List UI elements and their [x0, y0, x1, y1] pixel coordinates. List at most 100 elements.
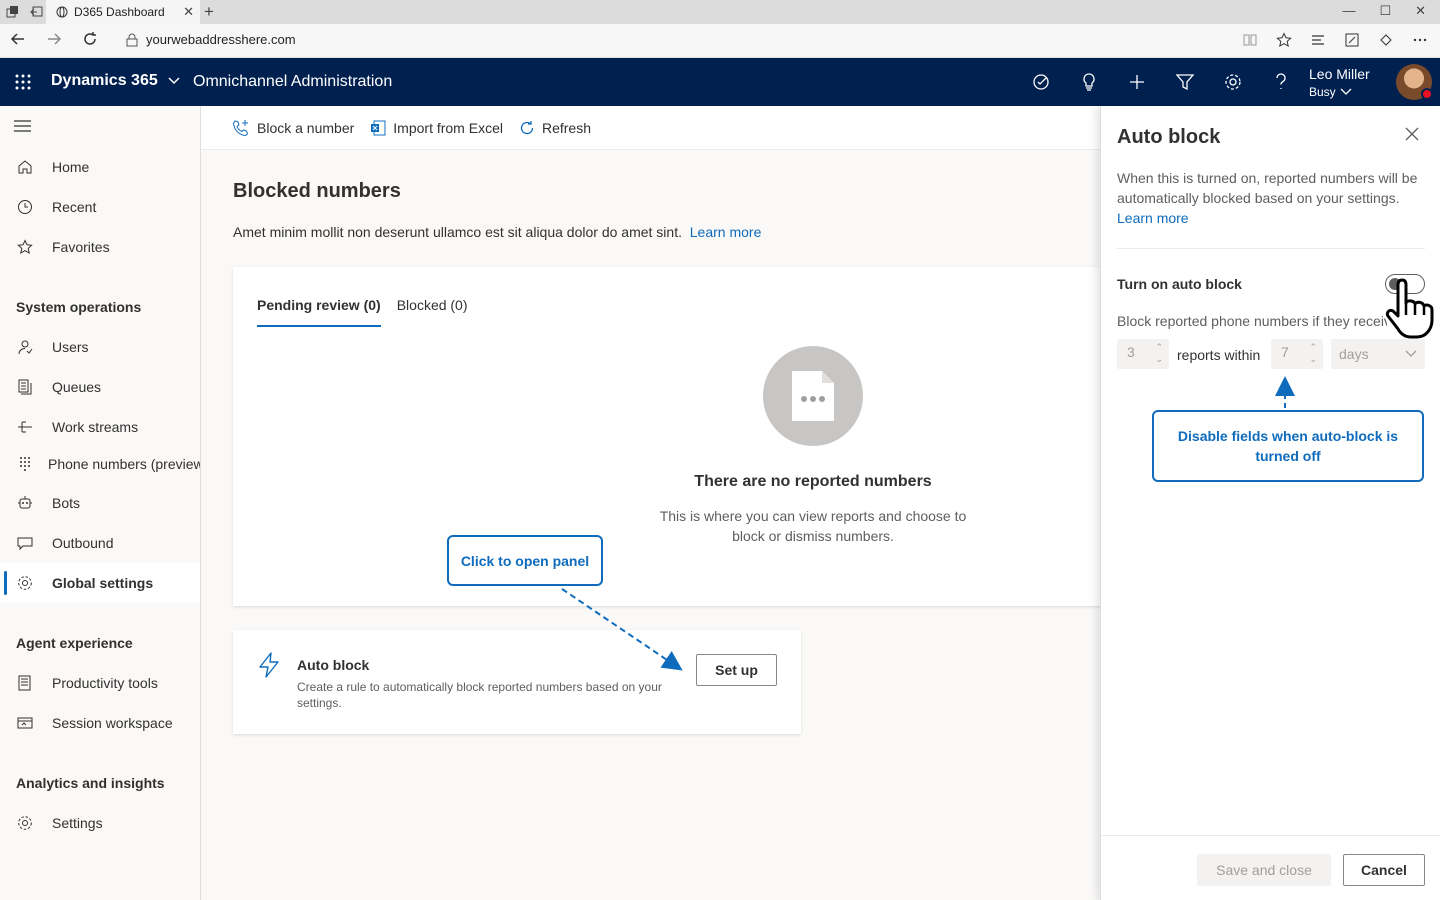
section-analytics-insights: Analytics and insights [16, 775, 165, 791]
maximize-icon[interactable]: ☐ [1379, 3, 1391, 19]
productivity-icon [16, 674, 34, 692]
annotation-disable-fields: Disable fields when auto-block is turned… [1152, 410, 1424, 482]
back-tabs-icon[interactable] [30, 5, 44, 19]
sidebar-item-productivity-tools[interactable]: Productivity tools [0, 663, 200, 703]
empty-state-illustration [763, 346, 863, 446]
sidebar-item-settings[interactable]: Settings [0, 803, 200, 843]
stepper-arrows-icon[interactable]: ⌃ ⌄ [1309, 341, 1317, 365]
area-name: Omnichannel Administration [193, 73, 393, 90]
clock-icon [16, 198, 34, 216]
user-info[interactable]: Leo Miller Busy [1309, 66, 1370, 99]
minimize-icon[interactable]: — [1342, 3, 1355, 19]
waffle-icon[interactable] [14, 73, 32, 91]
setup-button[interactable]: Set up [696, 654, 777, 686]
close-icon[interactable] [1404, 126, 1420, 142]
panel-title: Auto block [1117, 126, 1221, 148]
users-icon [16, 338, 34, 356]
sidebar-item-global-settings[interactable]: Global settings [0, 563, 200, 603]
url-field[interactable]: yourwebaddresshere.com [126, 32, 296, 47]
forward-arrow-icon[interactable] [46, 31, 62, 47]
close-window-icon[interactable]: ✕ [1415, 3, 1426, 19]
browser-nav [10, 31, 98, 47]
lightbulb-icon[interactable] [1078, 71, 1100, 93]
session-icon [16, 714, 34, 732]
notes-icon[interactable] [1344, 32, 1360, 48]
period-stepper[interactable]: 7 ⌃ ⌄ [1271, 339, 1323, 369]
page-description: Amet minim mollit non deserunt ullamco e… [233, 224, 762, 240]
command-bar: Block a number Import from Excel Refresh [201, 106, 1101, 150]
divider [1117, 248, 1425, 249]
gear-icon [16, 814, 34, 832]
browser-tab-bar: D365 Dashboard ✕ + — ☐ ✕ [0, 0, 1440, 24]
tab-blocked[interactable]: Blocked (0) [397, 297, 468, 327]
user-status[interactable]: Busy [1309, 85, 1370, 99]
globe-icon [56, 6, 68, 18]
app-switcher[interactable]: Dynamics 365 [51, 72, 180, 90]
reports-within-label: reports within [1177, 347, 1261, 363]
sidebar-item-recent[interactable]: Recent [0, 187, 200, 227]
block-number-button[interactable]: Block a number [232, 119, 354, 137]
workstreams-icon [16, 418, 34, 436]
auto-block-description: Create a rule to automatically block rep… [297, 680, 662, 710]
auto-block-title: Auto block [297, 657, 370, 673]
presence-busy-icon [1421, 88, 1433, 100]
user-name: Leo Miller [1309, 66, 1370, 82]
import-excel-button[interactable]: Import from Excel [370, 120, 503, 136]
sidebar-item-work-streams[interactable]: Work streams [0, 407, 200, 447]
period-unit-select[interactable]: days [1331, 339, 1425, 369]
help-icon[interactable] [1270, 71, 1292, 93]
favorite-star-icon[interactable] [1276, 32, 1292, 48]
header-actions [1030, 71, 1292, 93]
document-icon [792, 371, 834, 421]
hand-cursor-icon [1385, 278, 1434, 339]
share-icon[interactable] [1378, 32, 1394, 48]
lightning-icon [259, 652, 279, 678]
plus-icon[interactable] [1126, 71, 1148, 93]
stepper-arrows-icon[interactable]: ⌃ ⌄ [1155, 341, 1163, 365]
window-controls: — ☐ ✕ [1342, 3, 1426, 19]
refresh-icon [520, 120, 534, 134]
more-icon[interactable] [1412, 32, 1428, 48]
toggle-label: Turn on auto block [1117, 276, 1242, 292]
sidebar-item-session-workspace[interactable]: Session workspace [0, 703, 200, 743]
dialpad-icon [16, 455, 34, 473]
sidebar-item-users[interactable]: Users [0, 327, 200, 367]
browser-tab[interactable]: D365 Dashboard ✕ [46, 0, 200, 24]
settings-gear-icon[interactable] [1222, 71, 1244, 93]
tab-pending-review[interactable]: Pending review (0) [257, 297, 381, 327]
hub-icon[interactable] [1310, 32, 1326, 48]
refresh-button[interactable]: Refresh [519, 120, 591, 136]
back-arrow-icon[interactable] [10, 31, 26, 47]
sidebar-item-bots[interactable]: Bots [0, 483, 200, 523]
tab-actions [6, 5, 44, 19]
reading-view-icon[interactable] [1242, 32, 1258, 48]
section-agent-experience: Agent experience [16, 635, 133, 651]
outbound-icon [16, 534, 34, 552]
star-icon [16, 238, 34, 256]
reload-icon[interactable] [82, 31, 98, 47]
sidebar-item-home[interactable]: Home [0, 147, 200, 187]
close-tab-icon[interactable]: ✕ [183, 4, 194, 20]
app-header: Dynamics 365 Omnichannel Administration … [0, 58, 1440, 106]
tab-sets-icon[interactable] [6, 5, 20, 19]
panel-description: When this is turned on, reported numbers… [1117, 170, 1418, 226]
auto-block-card: Auto block Create a rule to automaticall… [233, 630, 801, 734]
hamburger-icon[interactable] [14, 120, 31, 132]
filter-icon[interactable] [1174, 71, 1196, 93]
panel-learn-more-link[interactable]: Learn more [1117, 210, 1189, 226]
sidebar-item-queues[interactable]: Queues [0, 367, 200, 407]
save-and-close-button[interactable]: Save and close [1197, 854, 1331, 886]
sidebar-item-phone-numbers[interactable]: Phone numbers (preview) [0, 444, 200, 484]
gear-icon [16, 574, 34, 592]
reports-count-stepper[interactable]: 3 ⌃ ⌄ [1117, 339, 1169, 369]
sidebar-item-outbound[interactable]: Outbound [0, 523, 200, 563]
reports-card: Pending review (0) Blocked (0) There are… [233, 267, 1103, 606]
sidebar-item-favorites[interactable]: Favorites [0, 227, 200, 267]
avatar[interactable] [1396, 64, 1433, 100]
block-rule-text: Block reported phone numbers if they rec… [1117, 313, 1387, 329]
new-tab-icon[interactable]: + [204, 2, 214, 22]
task-flow-icon[interactable] [1030, 71, 1052, 93]
home-icon [16, 158, 34, 176]
learn-more-link[interactable]: Learn more [690, 224, 762, 240]
cancel-button[interactable]: Cancel [1343, 854, 1425, 886]
